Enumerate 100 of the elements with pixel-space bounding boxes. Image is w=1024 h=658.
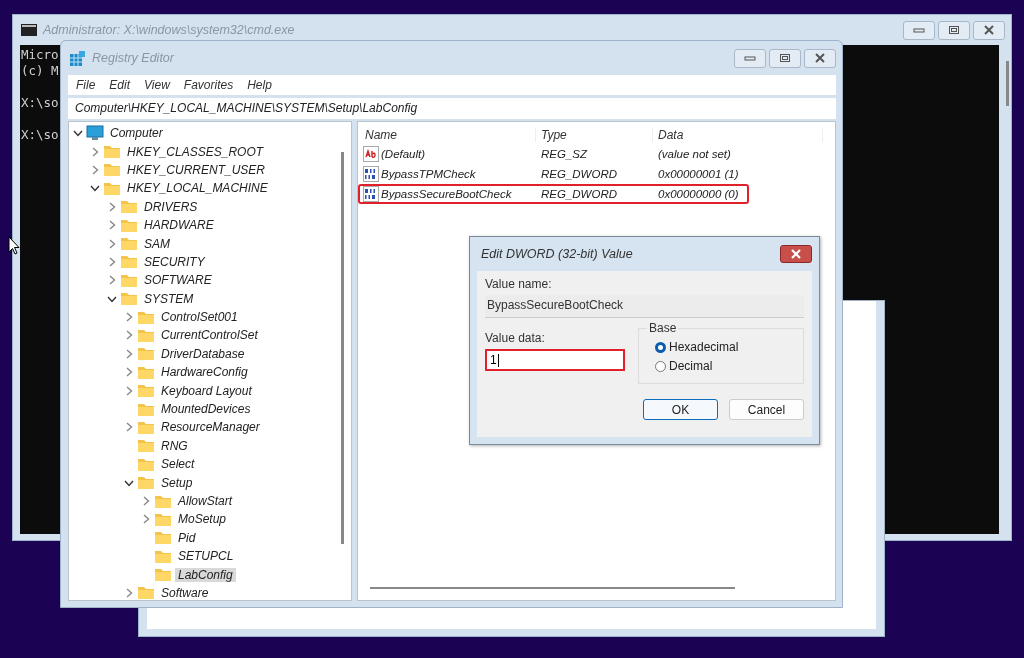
window-title: Administrator: X:\windows\system32\cmd.exe xyxy=(43,23,295,37)
folder-icon xyxy=(137,401,155,417)
chevron-down-icon[interactable] xyxy=(73,128,83,139)
tree-item[interactable]: SECURITY xyxy=(141,254,208,269)
chevron-right-icon[interactable] xyxy=(141,496,151,506)
tree-item[interactable]: LabConfig xyxy=(175,567,236,582)
value-type: REG_SZ xyxy=(540,148,589,160)
radio-option[interactable]: Hexadecimal xyxy=(655,340,739,354)
minimize-icon xyxy=(744,55,756,61)
chevron-right-icon[interactable] xyxy=(124,422,134,433)
string-value-icon xyxy=(363,146,379,162)
chevron-right-icon[interactable] xyxy=(107,238,117,249)
folder-icon xyxy=(103,162,121,178)
maximize-button[interactable] xyxy=(769,48,801,68)
tree-item[interactable]: MoSetup xyxy=(175,512,230,527)
value-type: REG_DWORD xyxy=(540,188,619,200)
tree-item[interactable]: Computer xyxy=(107,126,166,141)
close-button[interactable] xyxy=(804,48,836,68)
tree-item[interactable]: DRIVERS xyxy=(141,199,201,214)
tree-item[interactable]: HARDWARE xyxy=(141,218,217,233)
column-header[interactable]: Name xyxy=(360,128,536,142)
chevron-right-icon[interactable] xyxy=(124,312,134,323)
tree-item[interactable]: CurrentControlSet xyxy=(158,328,261,343)
field-label: Value name: xyxy=(485,277,552,291)
console-line: X:\so xyxy=(21,127,59,143)
folder-icon xyxy=(154,493,172,509)
chevron-right-icon[interactable] xyxy=(90,146,100,157)
folder-icon xyxy=(154,567,172,583)
menu-item[interactable]: View xyxy=(144,78,170,92)
group-label: Base xyxy=(647,321,679,335)
menu-item[interactable]: Help xyxy=(247,78,272,92)
maximize-button[interactable] xyxy=(938,20,970,40)
value-data-field[interactable]: 1 xyxy=(485,349,625,371)
folder-icon xyxy=(120,254,138,270)
tree-item[interactable]: RNG xyxy=(158,438,191,453)
chevron-right-icon[interactable] xyxy=(124,367,134,378)
folder-icon xyxy=(154,548,172,564)
tree-item[interactable]: SETUPCL xyxy=(175,549,237,564)
scrollbar[interactable] xyxy=(370,587,735,589)
tree-item[interactable]: HKEY_LOCAL_MACHINE xyxy=(124,181,271,196)
console-line: (c) M xyxy=(21,63,59,79)
value-name[interactable]: BypassSecureBootCheck xyxy=(381,188,512,200)
value-data: 0x00000000 (0) xyxy=(657,188,740,200)
chevron-right-icon[interactable] xyxy=(107,275,117,286)
chevron-right-icon[interactable] xyxy=(124,587,134,598)
folder-icon xyxy=(137,456,155,472)
dialog-title: Edit DWORD (32-bit) Value xyxy=(480,247,633,261)
radio-button[interactable] xyxy=(655,341,666,353)
folder-icon xyxy=(137,475,155,491)
tree-item[interactable]: MountedDevices xyxy=(158,402,254,417)
tree-item[interactable]: DriverDatabase xyxy=(158,346,248,361)
folder-icon xyxy=(137,383,155,399)
folder-icon xyxy=(120,199,138,215)
radio-option[interactable]: Decimal xyxy=(655,359,713,373)
chevron-right-icon[interactable] xyxy=(107,256,117,267)
console-line: Micro xyxy=(21,47,59,63)
tree-item[interactable]: HardwareConfig xyxy=(158,365,251,380)
tree-item[interactable]: ControlSet001 xyxy=(158,310,241,325)
tree-item[interactable]: Software xyxy=(158,585,212,600)
scrollbar[interactable] xyxy=(1006,61,1009,106)
value-name[interactable]: (Default) xyxy=(381,148,426,160)
chevron-right-icon[interactable] xyxy=(107,220,117,231)
column-header[interactable]: Data xyxy=(653,128,823,142)
value-name[interactable]: BypassTPMCheck xyxy=(381,168,476,180)
chevron-right-icon[interactable] xyxy=(107,201,117,212)
menu-item[interactable]: Favorites xyxy=(183,78,234,92)
chevron-right-icon[interactable] xyxy=(124,348,134,359)
radio-button[interactable] xyxy=(655,360,666,372)
tree-item[interactable]: HKEY_CLASSES_ROOT xyxy=(124,144,267,159)
tree-item[interactable]: SOFTWARE xyxy=(141,273,215,288)
folder-icon xyxy=(120,291,138,307)
value-data: (value not set) xyxy=(657,148,732,160)
chevron-down-icon[interactable] xyxy=(90,183,100,194)
minimize-icon xyxy=(913,27,925,33)
close-icon xyxy=(790,249,802,259)
cancel-button[interactable]: Cancel xyxy=(729,399,804,420)
tree-item[interactable]: SAM xyxy=(141,236,173,251)
close-button[interactable] xyxy=(973,20,1005,40)
tree-item[interactable]: Select xyxy=(158,457,198,472)
ok-button[interactable]: OK xyxy=(643,399,718,420)
chevron-right-icon[interactable] xyxy=(90,164,100,175)
tree-item[interactable]: Keyboard Layout xyxy=(158,383,255,398)
folder-icon xyxy=(137,346,155,362)
tree-item[interactable]: SYSTEM xyxy=(141,291,197,306)
console-line: X:\so xyxy=(21,95,59,111)
tree-item[interactable]: ResourceManager xyxy=(158,420,263,435)
chevron-right-icon[interactable] xyxy=(124,385,134,396)
address-bar[interactable]: Computer\HKEY_LOCAL_MACHINE\SYSTEM\Setup\LabConfig xyxy=(68,98,836,119)
value-name-field: BypassSecureBootCheck xyxy=(485,295,804,318)
tree-item[interactable]: AllowStart xyxy=(175,494,236,508)
tree-item[interactable]: Pid xyxy=(175,530,199,545)
tree-item[interactable]: HKEY_CURRENT_USER xyxy=(124,162,269,177)
chevron-right-icon[interactable] xyxy=(124,330,134,341)
column-header[interactable]: Type xyxy=(536,128,653,142)
menu-item[interactable]: Edit xyxy=(109,78,131,92)
chevron-right-icon[interactable] xyxy=(141,514,151,525)
close-button[interactable] xyxy=(780,245,812,263)
menu-item[interactable]: File xyxy=(76,78,96,92)
tree-item[interactable]: Setup xyxy=(158,475,196,490)
scrollbar[interactable] xyxy=(341,152,344,544)
